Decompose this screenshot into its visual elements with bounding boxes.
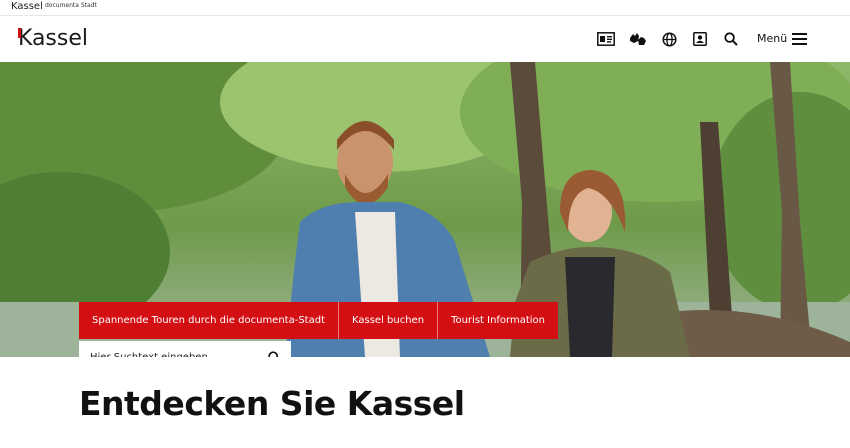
hero-search-button-icon[interactable]: [268, 351, 281, 357]
quicklink-tourist-info[interactable]: Tourist Information: [438, 302, 559, 339]
quicklink-booking[interactable]: Kassel buchen: [339, 302, 439, 339]
site-header: Kassel Menü: [0, 16, 850, 62]
id-card-icon[interactable]: [596, 30, 616, 48]
hero-slider: Spannende Touren durch die documenta-Sta…: [0, 62, 850, 357]
globe-icon[interactable]: [659, 30, 679, 48]
contact-icon[interactable]: [690, 30, 710, 48]
hero-search-input[interactable]: [79, 341, 249, 357]
top-tagline: documenta Stadt: [45, 2, 97, 9]
kassel-logo[interactable]: Kassel: [18, 27, 88, 51]
hero-search: [79, 341, 291, 357]
top-bar: Kassel documenta Stadt: [0, 0, 850, 16]
quicklinks-bar: Spannende Touren durch die documenta-Sta…: [79, 302, 559, 339]
top-brand-link[interactable]: Kassel: [11, 0, 43, 13]
quicklink-tours[interactable]: Spannende Touren durch die documenta-Sta…: [79, 302, 339, 339]
logo-first-letter: K: [18, 26, 32, 51]
page-headline: Entdecken Sie Kassel: [79, 384, 465, 423]
sign-language-icon[interactable]: [628, 30, 648, 48]
menu-label[interactable]: Menü: [757, 32, 787, 46]
search-icon[interactable]: [721, 30, 741, 48]
logo-rest: assel: [31, 26, 88, 51]
hamburger-menu-icon[interactable]: [792, 32, 808, 45]
